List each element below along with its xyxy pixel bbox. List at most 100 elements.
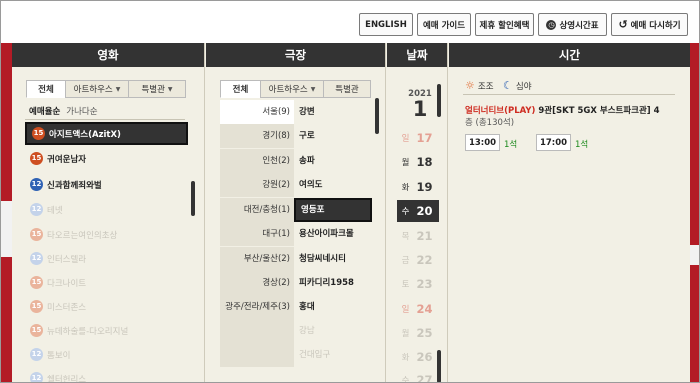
date-list-scrollbar[interactable] [437,84,441,117]
theater-list-scrollbar[interactable] [375,98,379,134]
theater-item[interactable]: 청담씨네시티 [299,247,372,271]
sort-by-name[interactable]: 가나다순 [66,105,97,117]
movie-item[interactable]: 12 톰보이 [25,343,189,366]
day-of-week: 수 [401,376,410,383]
day-number: 17 [416,131,433,145]
region-item[interactable]: 경상(2) [220,271,294,295]
age-rating-15-icon: 15 [30,152,43,165]
day-of-week: 월 [401,158,410,168]
tab-label: 아트하우스 [268,85,308,95]
showtime-label: 17:00 [539,137,568,148]
movie-title: 아지트액스(AzitX) [49,129,121,140]
partner-discount-button[interactable]: 제휴 할인혜택 [475,13,534,36]
region-item [220,343,294,367]
tab-theater-special[interactable]: 특별관 [323,80,371,98]
region-item[interactable]: 광주/전라/제주(3) [220,295,294,319]
movie-title: 타오르는여인의초상 [47,230,118,241]
column-divider [204,43,205,382]
tab-movie-all[interactable]: 전체 [26,80,66,98]
date-item[interactable]: 수 20 [397,200,439,222]
movie-filter-tabs: 전체 아트하우스 ▼ 특별관 ▼ [26,80,186,98]
day-number: 21 [416,229,433,243]
theater-item[interactable]: 피카디리1958 [299,271,372,295]
region-item[interactable]: 대구(1) [220,222,294,246]
moon-icon: ☾ [503,79,513,92]
date-item[interactable]: 토 23 [397,273,439,295]
showtime-button[interactable]: 13:00 [465,134,500,151]
tab-theater-all[interactable]: 전체 [220,80,261,98]
date-item[interactable]: 목 21 [397,225,439,247]
theater-item[interactable]: 건대입구 [299,343,372,367]
theater-item[interactable]: 홍대 [299,295,372,319]
movie-item[interactable]: 15 타오르는여인의초상 [25,223,189,246]
day-number: 24 [416,302,433,316]
region-item[interactable]: 서울(9) [220,100,294,124]
age-rating-12-icon: 12 [30,252,43,265]
screen-name: 9관[SKT 5GX 부스트파크관] 4 [535,106,660,116]
tab-label: 전체 [38,85,54,95]
restart-booking-button[interactable]: ↺ 예매 다시하기 [611,13,688,36]
booking-window: ENGLISH 예매 가이드 제휴 할인혜택 ◷ 상영시간표 ↺ 예매 다시하기 영… [0,0,700,383]
day-of-week: 토 [401,280,410,290]
region-item[interactable]: 경기(8) [220,124,294,148]
movie-item[interactable]: 15 미스터존스 [25,295,189,318]
day-of-week: 일 [401,134,410,144]
showtime-button[interactable]: 17:00 [536,134,571,151]
movie-item[interactable]: 12 테넷 [25,198,189,221]
theater-item[interactable]: 강남 [299,319,372,343]
date-item[interactable]: 수 27 [397,369,439,383]
date-list-scrollbar-bottom[interactable] [437,350,441,382]
date-item[interactable]: 월 25 [397,322,439,344]
tab-movie-special[interactable]: 특별관 ▼ [128,80,186,98]
movie-item[interactable]: 15 뉴데하술를-다오리지널 [25,319,189,342]
clock-icon: ◷ [546,19,557,30]
movie-item[interactable]: 12 신과함께죄와벌 [25,173,189,196]
theater-item[interactable]: 영등포 [294,198,372,222]
showtime-label: 13:00 [468,137,497,148]
day-number: 18 [416,155,433,169]
date-item[interactable]: 화 19 [397,176,439,198]
date-item[interactable]: 화 26 [397,346,439,368]
movie-item[interactable]: 12 인터스텔라 [25,247,189,270]
remaining-seats: 1석 [504,140,518,150]
day-number: 19 [416,180,433,194]
partner-discount-label: 제휴 할인혜택 [479,20,530,31]
region-item[interactable]: 인천(2) [220,149,294,173]
movie-list-scrollbar[interactable] [191,181,195,216]
showtime-schedule-button[interactable]: ◷ 상영시간표 [538,13,607,36]
night-legend: ☾ 심야 [503,79,532,92]
movie-sort-options: 예매율순 가나다순 [29,105,98,117]
day-number: 20 [416,204,433,218]
region-item[interactable]: 강원(2) [220,173,294,197]
dropdown-arrow-icon: ▼ [167,85,173,93]
sun-icon: ☼ [465,79,475,92]
day-number: 27 [416,373,433,383]
theater-item[interactable]: 송파 [299,149,372,173]
booking-guide-button[interactable]: 예매 가이드 [417,13,471,36]
sort-by-booking[interactable]: 예매율순 [29,105,60,117]
date-item[interactable]: 월 18 [397,151,439,173]
theater-item[interactable]: 강변 [299,100,372,124]
screen-category: 얼터너티브(PLAY) [465,106,536,116]
theater-item[interactable]: 용산아이파크몰 [299,222,372,246]
theater-item[interactable]: 구로 [299,124,372,148]
age-rating-12-icon: 12 [30,203,43,216]
tab-label: 전체 [232,85,249,95]
tab-label: 특별관 [141,85,165,95]
movie-item[interactable]: 15 아지트액스(AzitX) [25,122,188,145]
movie-item[interactable]: 15 귀여운남자 [25,147,189,170]
region-item[interactable]: 대전/충청(1) [220,198,294,222]
english-button[interactable]: ENGLISH [359,13,413,36]
tab-movie-arthouse[interactable]: 아트하우스 ▼ [65,80,129,98]
movie-item[interactable]: 15 다크나이트 [25,271,189,294]
date-item[interactable]: 금 22 [397,249,439,271]
legend-divider [463,94,675,95]
tab-theater-arthouse[interactable]: 아트하우스 ▼ [260,80,324,98]
movie-item[interactable]: 12 쉘터헌리스 [25,367,189,382]
region-item [220,319,294,343]
date-item[interactable]: 일 24 [397,298,439,320]
theater-item[interactable]: 여의도 [299,173,372,197]
date-item[interactable]: 일 17 [397,127,439,149]
column-divider [385,43,386,382]
region-item[interactable]: 부산/울산(2) [220,247,294,271]
